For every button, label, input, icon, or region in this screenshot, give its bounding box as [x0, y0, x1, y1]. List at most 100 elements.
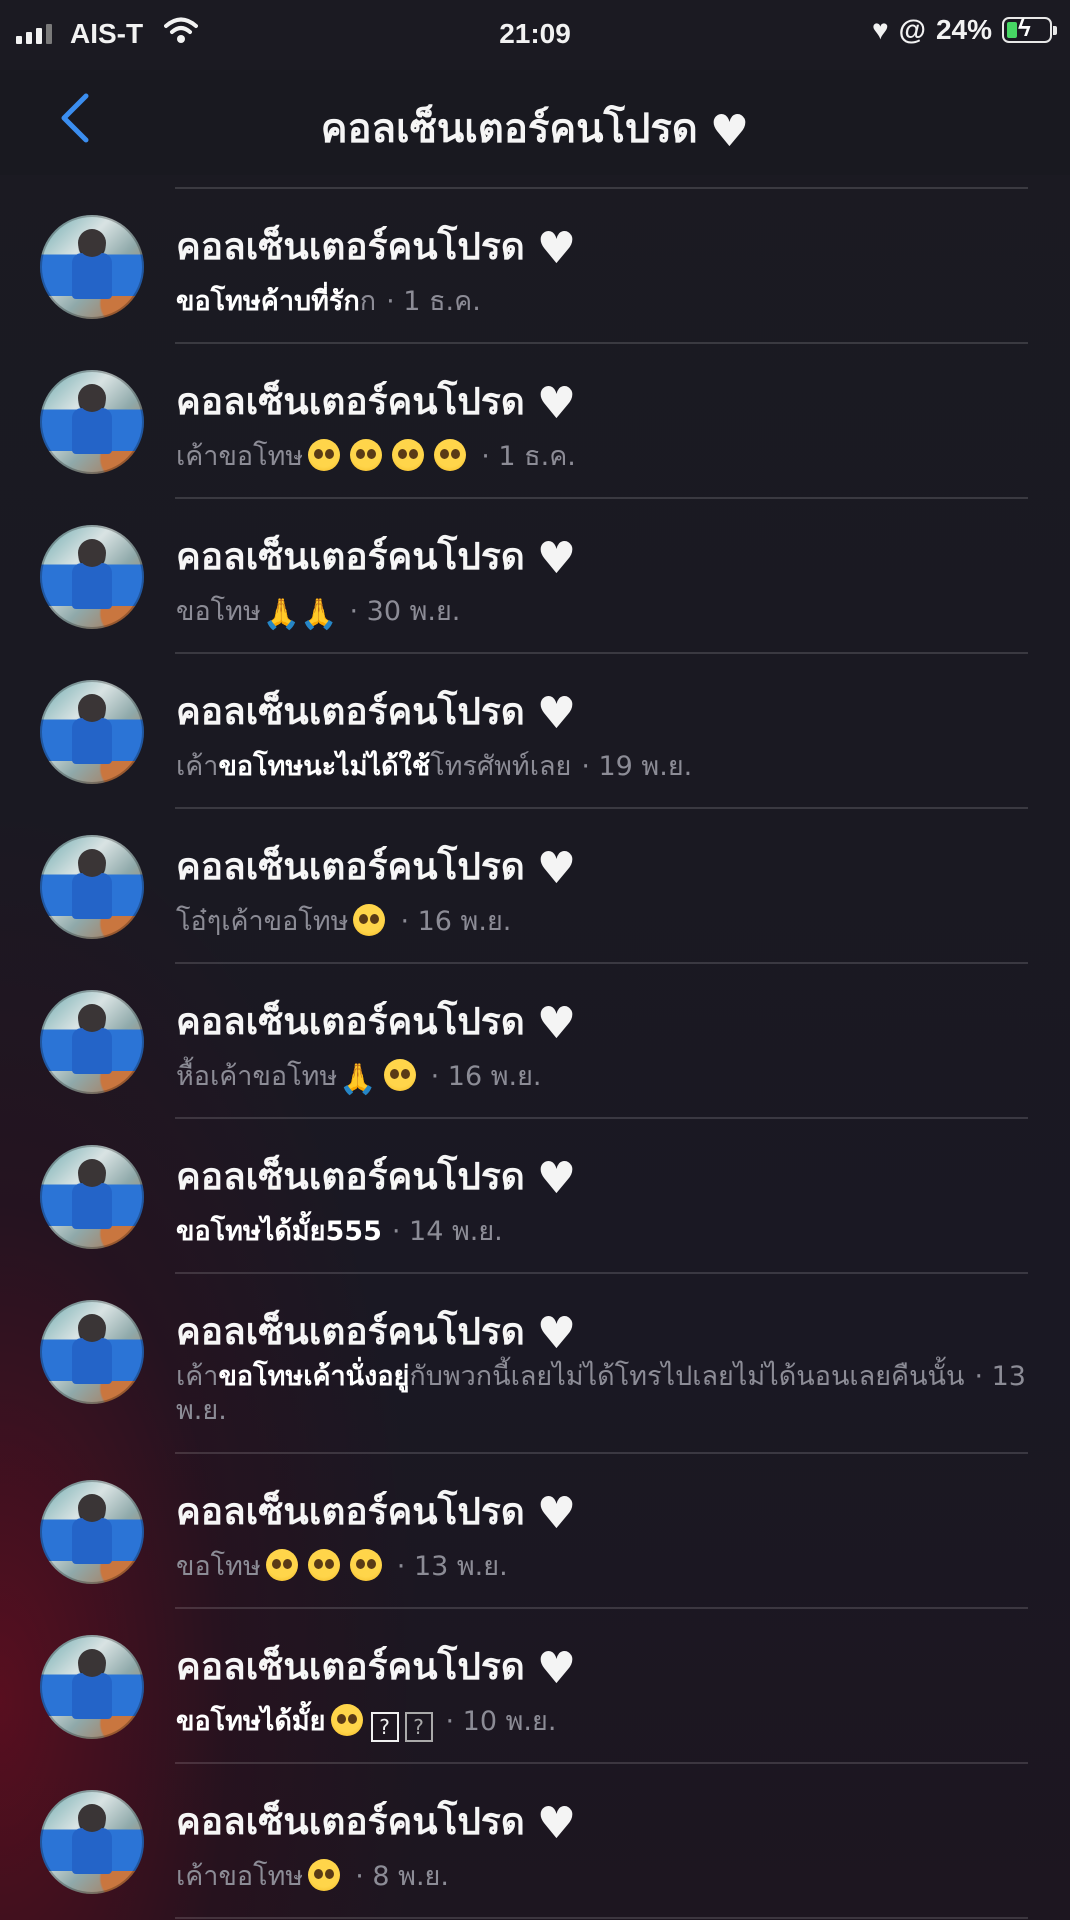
- avatar: [40, 1480, 144, 1584]
- avatar-head: [78, 849, 106, 877]
- list-divider: [175, 1917, 1028, 1919]
- avatar-head: [78, 694, 106, 722]
- message-date: · 1 ธ.ค.: [481, 441, 576, 472]
- conversation-name-text: คอลเซ็นเตอร์คนโปรด: [176, 845, 525, 888]
- white-heart-icon: ♥: [536, 223, 577, 274]
- white-heart-icon: ♥: [536, 378, 577, 429]
- preview-text-bold: ขอโทษนะไม่ได้ใช้: [218, 751, 431, 782]
- heart-status-icon: ♥: [872, 14, 889, 45]
- message-preview: โอ๋ๆเค้าขอโทษ · 16 พ.ย.: [176, 899, 1036, 942]
- avatar-body: [72, 1028, 112, 1074]
- preview-text: เค้า: [176, 751, 219, 782]
- unknown-glyph-icon: ?: [370, 1712, 399, 1742]
- conversation-name-text: คอลเซ็นเตอร์คนโปรด: [176, 1800, 525, 1843]
- pleading-face-emoji: [308, 1859, 341, 1891]
- white-heart-icon: ♥: [536, 998, 577, 1049]
- avatar-body: [72, 718, 112, 764]
- conversation-name-text: คอลเซ็นเตอร์คนโปรด: [176, 1645, 525, 1688]
- white-heart-icon: ♥: [536, 1153, 577, 1204]
- list-item[interactable]: คอลเซ็นเตอร์คนโปรด ♥ ขอโทษ · 13 พ.ย.: [0, 1440, 1070, 1609]
- preview-text: โทรศัพท์เลย: [430, 751, 572, 782]
- list-item[interactable]: คอลเซ็นเตอร์คนโปรด ♥ เค้าขอโทษ · 8 พ.ย.: [0, 1750, 1070, 1919]
- preview-text-bold: ขอโทษได้มั้ย: [176, 1706, 326, 1737]
- preview-text: ขอโทษ: [176, 1551, 261, 1582]
- pleading-face-emoji: [330, 1704, 363, 1736]
- avatar: [40, 215, 144, 319]
- white-heart-icon: ♥: [536, 688, 577, 739]
- preview-text: หื้อเค้าขอโทษ: [176, 1061, 338, 1092]
- white-heart-icon: ♥: [536, 533, 577, 584]
- list-item[interactable]: คอลเซ็นเตอร์คนโปรด ♥ เค้าขอโทษนะไม่ได้ใช้โ…: [0, 640, 1070, 809]
- avatar: [40, 1635, 144, 1739]
- message-preview: ขอโทษได้มั้ย?? · 10 พ.ย.: [176, 1699, 1036, 1742]
- list-item[interactable]: คอลเซ็นเตอร์คนโปรด ♥ เค้าขอโทษ · 1 ธ.ค.: [0, 330, 1070, 499]
- list-item[interactable]: คอลเซ็นเตอร์คนโปรด ♥ เค้าขอโทษเค้านั่งอยู่…: [0, 1260, 1070, 1454]
- message-date: · 10 พ.ย.: [445, 1706, 557, 1737]
- pleading-face-emoji: [434, 439, 467, 471]
- list-item[interactable]: คอลเซ็นเตอร์คนโปรด ♥ โอ๋ๆเค้าขอโทษ · 16 พ.ย…: [0, 795, 1070, 964]
- conversation-name: คอลเซ็นเตอร์คนโปรด ♥: [176, 1482, 576, 1541]
- preview-text: ขอโทษ: [176, 596, 261, 627]
- preview-text: เค้า: [176, 1361, 219, 1392]
- battery-icon: ϟ: [1002, 15, 1057, 43]
- preview-text-bold: ขอโทษได้มั้ย555: [176, 1216, 382, 1247]
- message-preview: เค้าขอโทษ · 8 พ.ย.: [176, 1854, 1036, 1897]
- pleading-face-emoji: [265, 1549, 298, 1581]
- list-item[interactable]: คอลเซ็นเตอร์คนโปรด ♥ หื้อเค้าขอโทษ🙏 · 16 พ.…: [0, 950, 1070, 1119]
- message-preview: เค้าขอโทษเค้านั่งอยู่กับพวกนี้เลยไม่ได้โ…: [176, 1360, 1036, 1428]
- list-item[interactable]: คอลเซ็นเตอร์คนโปรด ♥ ขอโทษ🙏🙏 · 30 พ.ย.: [0, 485, 1070, 654]
- preview-text: กับพวกนี้เลยไม่ได้โทรไปเลยไม่ได้นอนเลยคื…: [409, 1361, 965, 1392]
- conversation-name: คอลเซ็นเตอร์คนโปรด ♥: [176, 837, 576, 896]
- page-title-text: คอลเซ็นเตอร์คนโปรด: [320, 106, 698, 152]
- folded-hands-emoji: 🙏: [339, 1062, 377, 1097]
- status-bar: AIS-T 21:09 ♥ @ 24% ϟ: [0, 0, 1070, 70]
- conversation-name: คอลเซ็นเตอร์คนโปรด ♥: [176, 1792, 576, 1851]
- conversation-name: คอลเซ็นเตอร์คนโปรด ♥: [176, 1302, 576, 1361]
- navigation-bar: คอลเซ็นเตอร์คนโปรด ♥: [0, 70, 1070, 175]
- conversation-name-text: คอลเซ็นเตอร์คนโปรด: [176, 380, 525, 423]
- list-item[interactable]: คอลเซ็นเตอร์คนโปรด ♥ ขอโทษได้มั้ย?? · 10 พ.…: [0, 1595, 1070, 1764]
- avatar-head: [78, 1649, 106, 1677]
- avatar-head: [78, 1494, 106, 1522]
- orientation-lock-icon: @: [898, 14, 926, 45]
- message-date: · 30 พ.ย.: [349, 596, 461, 627]
- avatar-head: [78, 229, 106, 257]
- message-preview: เค้าขอโทษ · 1 ธ.ค.: [176, 434, 1036, 477]
- pleading-face-emoji: [392, 439, 425, 471]
- preview-text: โอ๋ๆเค้าขอโทษ: [176, 906, 349, 937]
- message-date: · 19 พ.ย.: [581, 751, 693, 782]
- white-heart-icon: ♥: [536, 1488, 577, 1539]
- white-heart-icon: ♥: [536, 1308, 577, 1359]
- white-heart-icon: ♥: [536, 843, 577, 894]
- message-preview: หื้อเค้าขอโทษ🙏 · 16 พ.ย.: [176, 1054, 1036, 1097]
- conversation-name: คอลเซ็นเตอร์คนโปรด ♥: [176, 217, 576, 276]
- pleading-face-emoji: [383, 1059, 416, 1091]
- conversation-name-text: คอลเซ็นเตอร์คนโปรด: [176, 1490, 525, 1533]
- message-date: · 14 พ.ย.: [391, 1216, 503, 1247]
- message-preview: เค้าขอโทษนะไม่ได้ใช้โทรศัพท์เลย · 19 พ.ย.: [176, 744, 1036, 787]
- preview-text: ก: [359, 286, 377, 317]
- white-heart-icon: ♥: [536, 1798, 577, 1849]
- list-item[interactable]: คอลเซ็นเตอร์คนโปรด ♥ ขอโทษค้าบที่รักก · 1 ธ…: [0, 175, 1070, 344]
- avatar-body: [72, 1518, 112, 1564]
- avatar: [40, 1790, 144, 1894]
- message-date: · 8 พ.ย.: [355, 1861, 449, 1892]
- folded-hands-emoji: 🙏🙏: [262, 597, 338, 632]
- list-item[interactable]: คอลเซ็นเตอร์คนโปรด ♥ ขอโทษได้มั้ย555 · 14 พ…: [0, 1105, 1070, 1274]
- conversation-name-text: คอลเซ็นเตอร์คนโปรด: [176, 535, 525, 578]
- avatar-body: [72, 1183, 112, 1229]
- pleading-face-emoji: [349, 1549, 382, 1581]
- avatar-body: [72, 408, 112, 454]
- avatar: [40, 370, 144, 474]
- preview-text: เค้าขอโทษ: [176, 441, 304, 472]
- avatar-body: [72, 873, 112, 919]
- preview-text-bold: ขอโทษเค้านั่งอยู่: [218, 1361, 410, 1392]
- preview-text: เค้าขอโทษ: [176, 1861, 304, 1892]
- conversation-name-text: คอลเซ็นเตอร์คนโปรด: [176, 1000, 525, 1043]
- conversation-name: คอลเซ็นเตอร์คนโปรด ♥: [176, 992, 576, 1051]
- avatar-body: [72, 253, 112, 299]
- avatar-head: [78, 1804, 106, 1832]
- white-heart-icon: ♥: [709, 106, 750, 157]
- conversation-name-text: คอลเซ็นเตอร์คนโปรด: [176, 1155, 525, 1198]
- message-preview: ขอโทษ🙏🙏 · 30 พ.ย.: [176, 589, 1036, 632]
